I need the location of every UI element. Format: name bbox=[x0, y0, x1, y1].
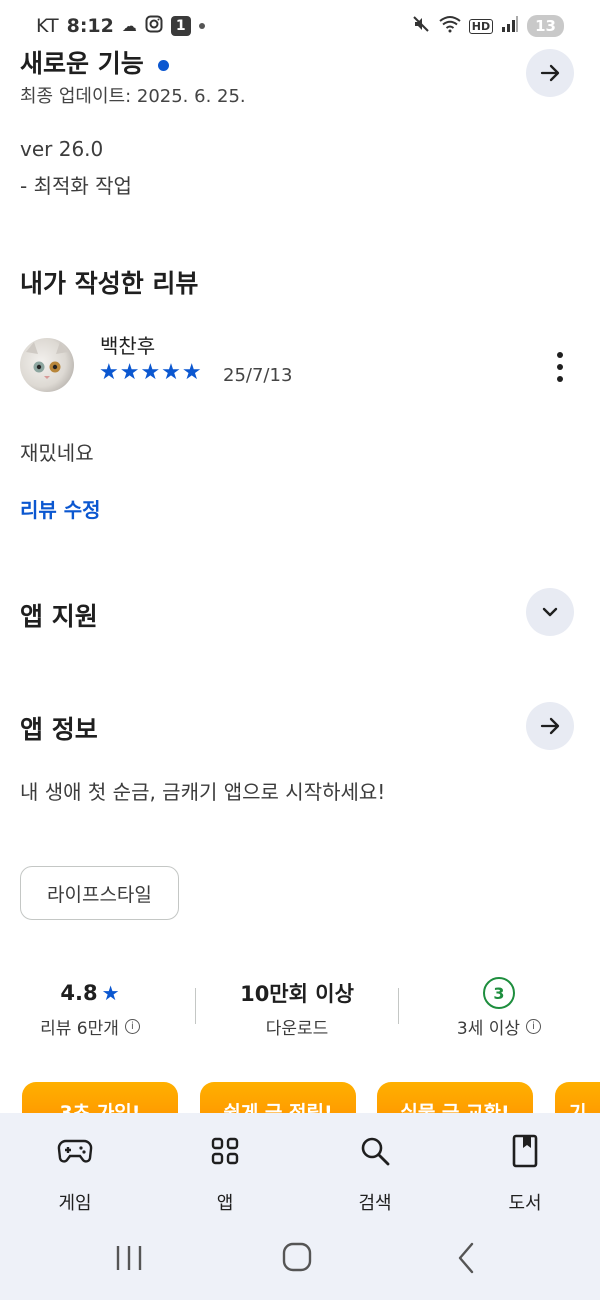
cloud-icon: ☁ bbox=[121, 17, 137, 35]
review-date: 25/7/13 bbox=[223, 365, 293, 386]
stat-divider bbox=[195, 988, 196, 1024]
age-badge-row: 3 bbox=[409, 976, 589, 1010]
app-info-arrow-button[interactable] bbox=[526, 702, 574, 750]
system-navigation bbox=[0, 1236, 600, 1282]
more-notifications-dot bbox=[198, 23, 205, 29]
app-info-title: 앱 정보 bbox=[20, 715, 98, 744]
my-review-title: 내가 작성한 리뷰 bbox=[20, 269, 199, 298]
age-label-row: 3세 이상 i bbox=[409, 1014, 589, 1039]
arrow-right-icon bbox=[540, 64, 560, 82]
clock: 8:12 bbox=[66, 15, 114, 37]
age-rating-stat: 3 3세 이상 i bbox=[409, 976, 589, 1039]
downloads-value: 10만회 이상 bbox=[240, 982, 354, 1006]
downloads-stat: 10만회 이상 다운로드 bbox=[207, 976, 387, 1039]
nav-item-games[interactable]: 게임 bbox=[15, 1131, 135, 1215]
category-chip[interactable]: 라이프스타일 bbox=[20, 866, 179, 920]
review-text: 재밌네요 bbox=[20, 441, 94, 465]
nav-label-apps: 앱 bbox=[216, 1193, 234, 1214]
notification-badge: 1 bbox=[170, 16, 191, 36]
new-indicator-dot bbox=[157, 59, 169, 71]
book-icon bbox=[512, 1134, 538, 1168]
home-button[interactable] bbox=[279, 1236, 315, 1284]
back-button[interactable] bbox=[452, 1236, 480, 1284]
app-support-expand-button[interactable] bbox=[526, 588, 574, 636]
home-icon bbox=[282, 1242, 312, 1272]
review-more-options-button[interactable] bbox=[544, 348, 576, 388]
recents-icon bbox=[116, 1246, 142, 1270]
carrier-label: KT bbox=[36, 15, 59, 37]
rating-value-row: 4.8 ★ bbox=[0, 976, 180, 1010]
wifi-icon bbox=[439, 15, 461, 38]
more-vert-icon bbox=[557, 352, 563, 382]
star-icon: ★ bbox=[101, 981, 120, 1005]
nav-label-games: 게임 bbox=[58, 1193, 92, 1214]
avatar bbox=[20, 338, 74, 392]
search-icon bbox=[361, 1137, 390, 1166]
back-icon bbox=[458, 1242, 474, 1274]
last-updated: 최종 업데이트: 2025. 6. 25. bbox=[20, 86, 246, 107]
edit-review-link[interactable]: 리뷰 수정 bbox=[20, 494, 101, 523]
age-rating-badge: 3 bbox=[483, 977, 515, 1009]
app-description: 내 생애 첫 순금, 금캐기 앱으로 시작하세요! bbox=[20, 780, 386, 804]
version-text: ver 26.0 bbox=[20, 137, 104, 161]
nav-item-books[interactable]: 도서 bbox=[465, 1131, 585, 1215]
review-stars: ★★★★★ bbox=[99, 360, 203, 385]
whats-new-title: 새로운 기능 bbox=[20, 44, 169, 80]
gamepad-icon bbox=[57, 1139, 93, 1163]
reviews-count: 리뷰 6만개 bbox=[40, 1019, 119, 1039]
reviews-count-row: 리뷰 6만개 i bbox=[0, 1014, 180, 1039]
reviewer-name: 백찬후 bbox=[100, 334, 156, 358]
update-note: - 최적화 작업 bbox=[20, 174, 132, 198]
app-support-title: 앱 지원 bbox=[20, 602, 98, 631]
nav-label-search: 검색 bbox=[358, 1193, 392, 1214]
arrow-right-icon bbox=[540, 717, 560, 735]
battery-indicator: 13 bbox=[527, 15, 564, 37]
apps-grid-icon bbox=[211, 1137, 239, 1165]
nav-item-search[interactable]: 검색 bbox=[315, 1131, 435, 1215]
hd-icon: HD bbox=[468, 18, 494, 34]
chevron-down-icon bbox=[542, 607, 558, 617]
signal-icon bbox=[501, 15, 519, 38]
mute-icon bbox=[411, 14, 431, 39]
stat-divider bbox=[398, 988, 399, 1024]
instagram-icon bbox=[145, 15, 163, 38]
rating-value: 4.8 bbox=[60, 981, 98, 1005]
nav-label-books: 도서 bbox=[508, 1193, 542, 1214]
downloads-label: 다운로드 bbox=[265, 1019, 329, 1039]
recent-apps-button[interactable] bbox=[112, 1236, 146, 1284]
whats-new-arrow-button[interactable] bbox=[526, 49, 574, 97]
info-icon[interactable]: i bbox=[124, 1019, 140, 1034]
rating-stat: 4.8 ★ 리뷰 6만개 i bbox=[0, 976, 180, 1039]
nav-item-apps[interactable]: 앱 bbox=[165, 1131, 285, 1215]
age-rating-label: 3세 이상 bbox=[456, 1019, 521, 1039]
whats-new-title-text: 새로운 기능 bbox=[20, 49, 144, 78]
info-icon[interactable]: i bbox=[526, 1019, 542, 1034]
